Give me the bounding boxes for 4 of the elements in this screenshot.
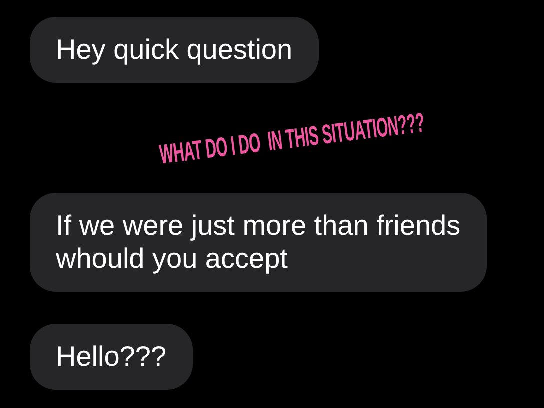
message-bubble: Hello??? xyxy=(30,324,193,390)
message-bubble: Hey quick question xyxy=(30,17,319,83)
overlay-caption: WHAT DO I DO IN THIS SITUATION??? xyxy=(158,108,426,171)
message-bubble: If we were just more than friends whould you accept xyxy=(30,193,487,292)
